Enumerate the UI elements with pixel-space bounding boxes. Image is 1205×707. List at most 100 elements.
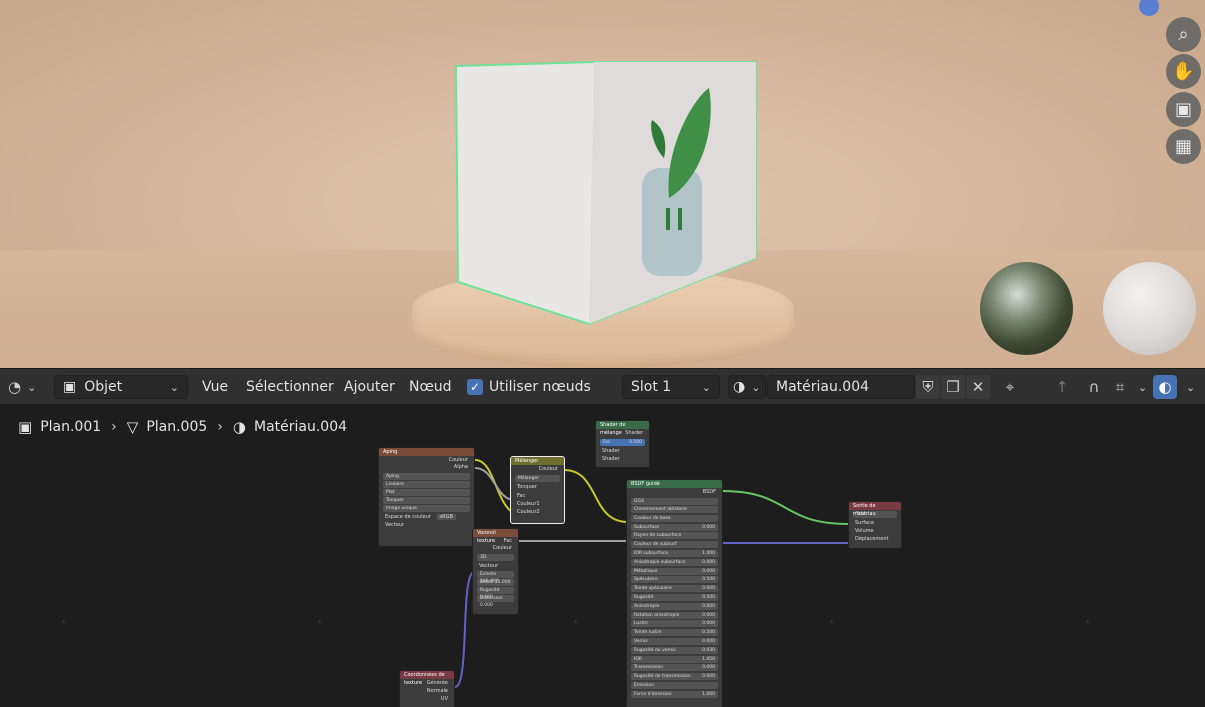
- pin-icon: ⌖: [1005, 378, 1015, 396]
- overlays-dropdown[interactable]: ⌄: [1180, 375, 1195, 399]
- socket-label: Couleur: [492, 545, 512, 551]
- source-dropdown[interactable]: Image unique: [383, 505, 470, 512]
- fac-value[interactable]: 0.500: [629, 439, 642, 446]
- bsdf-input-value: 0.000: [702, 621, 715, 627]
- bsdf-input-field[interactable]: Rotation anisotropie 0.000: [631, 611, 718, 619]
- socket-label: Couleur2: [517, 509, 540, 515]
- material-browse-button[interactable]: ◑ ⌄: [728, 375, 766, 399]
- node-title: BSDF guidé: [627, 480, 722, 488]
- bsdf-input-field[interactable]: Subsurface 0.000: [631, 523, 718, 531]
- distortion-field[interactable]: Distorsion 0.000: [477, 595, 514, 608]
- editor-type-button[interactable]: ◔ ⌄: [8, 375, 36, 399]
- image-name-field[interactable]: Aping: [383, 473, 470, 480]
- bsdf-input-field[interactable]: Anisotropie subsurface 0.000: [631, 558, 718, 566]
- use-nodes-toggle[interactable]: ✓ Utiliser nœuds: [467, 375, 591, 399]
- node-image-texture[interactable]: Aping Couleur Alpha Aping Linéaire Plat …: [378, 447, 475, 547]
- material-preview-sphere: [1103, 262, 1196, 355]
- unlink-material-button[interactable]: ✕: [966, 375, 990, 399]
- pin-button[interactable]: ⌖: [998, 375, 1022, 399]
- bsdf-input-field[interactable]: IOR subsurface 1.400: [631, 549, 718, 557]
- bsdf-input-field[interactable]: Anisotropie 0.000: [631, 602, 718, 610]
- distribution-dropdown[interactable]: GGX: [631, 498, 718, 505]
- socket-label: Normale: [426, 688, 448, 694]
- overlays-toggle[interactable]: ◐: [1153, 375, 1177, 399]
- socket-label: Générée: [426, 680, 448, 686]
- snap-toggle[interactable]: ∩: [1082, 375, 1106, 399]
- bsdf-input-label: Couleur de subsurf.: [634, 542, 678, 548]
- bsdf-input-field[interactable]: Rayon de subsurface: [631, 532, 718, 540]
- bsdf-input-field[interactable]: Rugosité de transmission 0.000: [631, 673, 718, 681]
- bsdf-input-label: Lustre: [634, 621, 648, 627]
- projection-dropdown[interactable]: Plat: [383, 489, 470, 496]
- bsdf-input-field[interactable]: Lustre 0.000: [631, 620, 718, 628]
- bsdf-input-label: Subsurface: [634, 524, 660, 530]
- bsdf-input-field[interactable]: Force d'émission 1.000: [631, 690, 718, 698]
- bsdf-input-value: 0.500: [702, 577, 715, 583]
- overlay-icon: ◐: [1158, 378, 1172, 396]
- bsdf-input-label: Rugosité de transmission: [634, 674, 691, 680]
- parent-node-tree-button[interactable]: ↑: [1050, 375, 1074, 399]
- socket-label: Shader: [625, 430, 643, 436]
- bsdf-input-value: 0.000: [702, 603, 715, 609]
- menu-view[interactable]: Vue: [202, 375, 228, 399]
- bsdf-input-field[interactable]: Teinte spéculaire 0.000: [631, 585, 718, 593]
- mode-dropdown[interactable]: ▣ Objet ⌄: [54, 375, 188, 399]
- selected-cube-object[interactable]: [454, 58, 758, 326]
- blend-mode-dropdown[interactable]: Mélanger: [515, 475, 560, 482]
- roughness-field[interactable]: Rugosité 0.500: [477, 587, 514, 600]
- bsdf-input-field[interactable]: Couleur de base: [631, 514, 718, 522]
- menu-node[interactable]: Nœud: [409, 375, 452, 399]
- hdri-preview-sphere: [980, 262, 1073, 355]
- scale-field[interactable]: Échelle 100.000: [477, 571, 514, 584]
- menu-add[interactable]: Ajouter: [344, 375, 395, 399]
- node-editor-canvas[interactable]: ▣ Plan.001 › ▽ Plan.005 › ◑ Matériau.004…: [0, 404, 1205, 707]
- duplicate-material-button[interactable]: ❐: [941, 375, 965, 399]
- clamp-checkbox[interactable]: Tonquer: [511, 483, 564, 492]
- bsdf-input-label: Rugosité du vernis: [634, 647, 676, 653]
- socket-label: Surface: [855, 520, 875, 526]
- bsdf-input-field[interactable]: Rugosité 0.500: [631, 593, 718, 601]
- axis-gizmo-dot[interactable]: [1139, 0, 1159, 16]
- colorspace-dropdown[interactable]: sRGB: [436, 514, 456, 520]
- bsdf-input-field[interactable]: Transmission 0.000: [631, 664, 718, 672]
- bsdf-input-field[interactable]: Couleur de subsurf.: [631, 541, 718, 549]
- material-name-field[interactable]: Matériau.004: [767, 375, 915, 399]
- detail-field[interactable]: Détail 15.000: [477, 579, 514, 586]
- bsdf-input-field[interactable]: Vernis 0.000: [631, 637, 718, 645]
- node-voronoi-texture[interactable]: Voronoï texture Fac Couleur 3D Vecteur É…: [472, 528, 519, 615]
- checkbox-checked-icon: ✓: [467, 379, 483, 395]
- chevron-down-icon: ⌄: [751, 380, 761, 394]
- bsdf-input-field[interactable]: IOR 1.450: [631, 655, 718, 663]
- up-arrow-icon: ↑: [1055, 378, 1069, 396]
- bsdf-input-field[interactable]: Métallique 0.000: [631, 567, 718, 575]
- hand-pan-icon[interactable]: ✋: [1166, 54, 1201, 89]
- camera-icon[interactable]: ▣: [1166, 92, 1201, 127]
- bsdf-input-field[interactable]: Émission: [631, 681, 718, 689]
- snap-mode-dropdown[interactable]: ⌗ ⌄: [1108, 375, 1147, 399]
- node-principled-bsdf[interactable]: BSDF guidé BSDF GGX Cheminement aléatoir…: [626, 479, 723, 707]
- close-icon: ✕: [971, 378, 985, 396]
- bsdf-input-label: IOR: [634, 656, 642, 662]
- bsdf-input-value: 0.000: [702, 674, 715, 680]
- dimensions-dropdown[interactable]: 3D: [477, 554, 514, 561]
- node-material-output[interactable]: Sortie de matériau Tout Surface Volume D…: [848, 501, 902, 549]
- fac-label: Fac: [603, 440, 611, 445]
- node-mix[interactable]: Mélanger Couleur Mélanger Tonquer Fac Co…: [510, 456, 565, 524]
- extension-dropdown[interactable]: Tonquer: [383, 497, 470, 504]
- chevron-down-icon: ⌄: [27, 380, 37, 394]
- menu-select[interactable]: Sélectionner: [246, 375, 334, 399]
- subsurface-method-dropdown[interactable]: Cheminement aléatoire: [631, 506, 718, 513]
- bsdf-input-field[interactable]: Teinte lustre 0.500: [631, 629, 718, 637]
- zoom-icon[interactable]: ⌕: [1166, 17, 1201, 52]
- node-mix-shader[interactable]: Shader de mélange Shader Fac 0.500 Shader…: [595, 420, 650, 468]
- grid-view-icon[interactable]: ▦: [1166, 129, 1201, 164]
- node-texture-coordinate[interactable]: Coordonnées de texture Générée Normale U…: [399, 670, 455, 707]
- fake-user-button[interactable]: ⛨: [916, 375, 940, 399]
- 3d-viewport[interactable]: ⌕ ✋ ▣ ▦: [0, 0, 1205, 368]
- slot-dropdown[interactable]: Slot 1 ⌄: [622, 375, 720, 399]
- bsdf-input-value: 0.000: [702, 586, 715, 592]
- interpolation-dropdown[interactable]: Linéaire: [383, 481, 470, 488]
- bsdf-input-field[interactable]: Rugosité du vernis 0.030: [631, 646, 718, 654]
- bsdf-input-field[interactable]: Spéculaire 0.500: [631, 576, 718, 584]
- bsdf-input-value: 0.500: [702, 630, 715, 636]
